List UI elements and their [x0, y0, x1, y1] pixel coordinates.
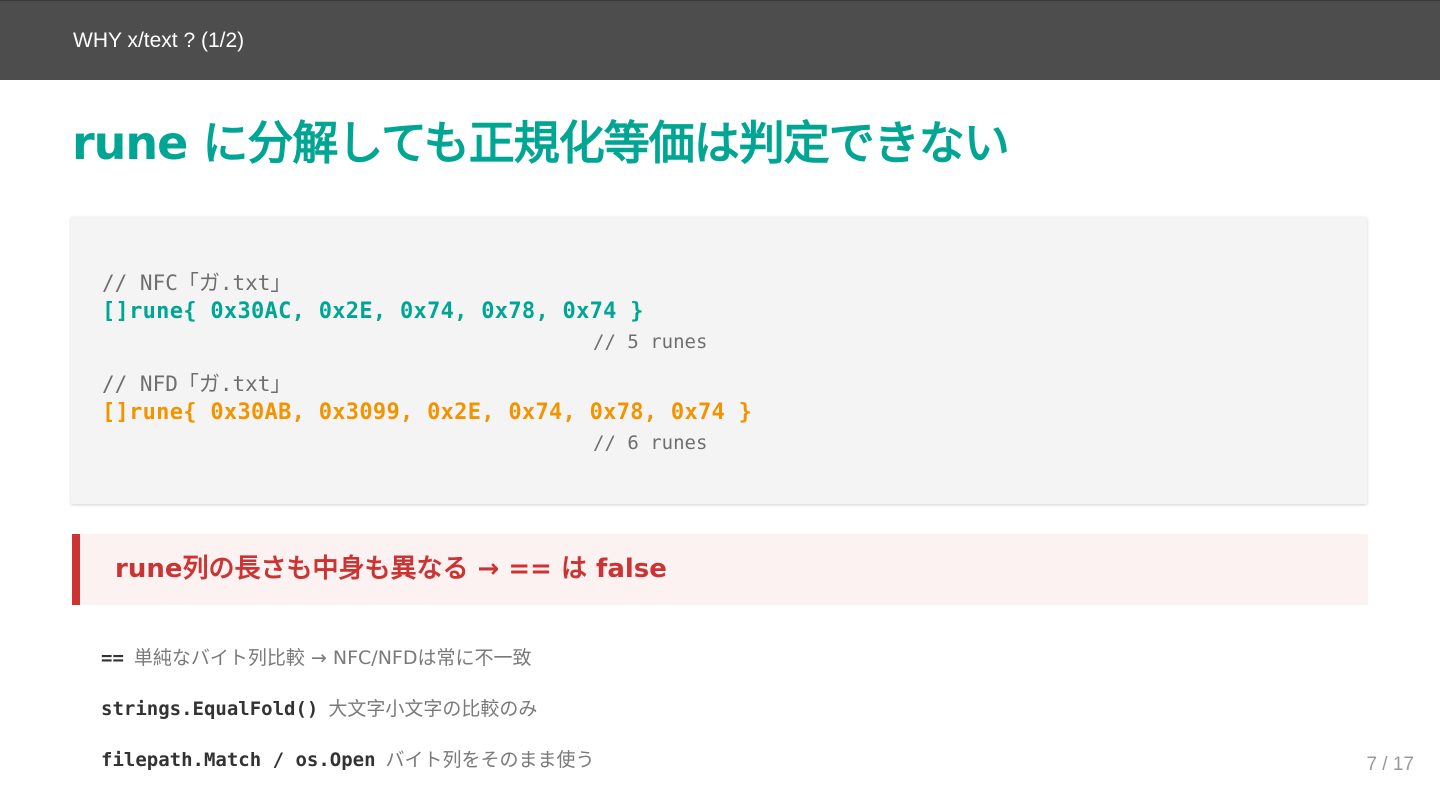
- code-block: // NFC「ガ.txt」 []rune{ 0x30AC, 0x2E, 0x74…: [71, 217, 1367, 504]
- nfd-comment: // NFD「ガ.txt」: [102, 372, 292, 396]
- note-desc: 大文字小文字の比較のみ: [328, 698, 538, 720]
- note-code: filepath.Match / os.Open: [101, 749, 376, 771]
- nfd-rune-code: []rune{ 0x30AB, 0x3099, 0x2E, 0x74, 0x78…: [102, 400, 753, 425]
- note-desc: 単純なバイト列比較 → NFC/NFDは常に不一致: [133, 647, 532, 669]
- slide-title: rune に分解しても正規化等価は判定できない: [72, 116, 1010, 170]
- header-bar: WHY x/text ? (1/2): [0, 0, 1440, 80]
- nfc-rune-count: // 5 runes: [593, 331, 708, 353]
- page-number: 7 / 17: [1366, 754, 1414, 775]
- note-item: strings.EqualFold() 大文字小文字の比較のみ: [101, 694, 537, 724]
- header-title: WHY x/text ? (1/2): [73, 29, 245, 52]
- note-code: ==: [101, 647, 124, 669]
- alert-box: rune列の長さも中身も異なる → == は false: [72, 534, 1368, 605]
- nfd-rune-count: // 6 runes: [593, 432, 708, 454]
- note-item: filepath.Match / os.Open バイト列をそのまま使う: [101, 745, 595, 775]
- nfc-comment: // NFC「ガ.txt」: [102, 271, 292, 295]
- note-item: == 単純なバイト列比較 → NFC/NFDは常に不一致: [101, 643, 531, 673]
- note-code: strings.EqualFold(): [101, 698, 319, 720]
- alert-text: rune列の長さも中身も異なる → == は false: [115, 554, 667, 584]
- note-desc: バイト列をそのまま使う: [385, 749, 595, 771]
- nfc-rune-code: []rune{ 0x30AC, 0x2E, 0x74, 0x78, 0x74 }: [102, 299, 644, 324]
